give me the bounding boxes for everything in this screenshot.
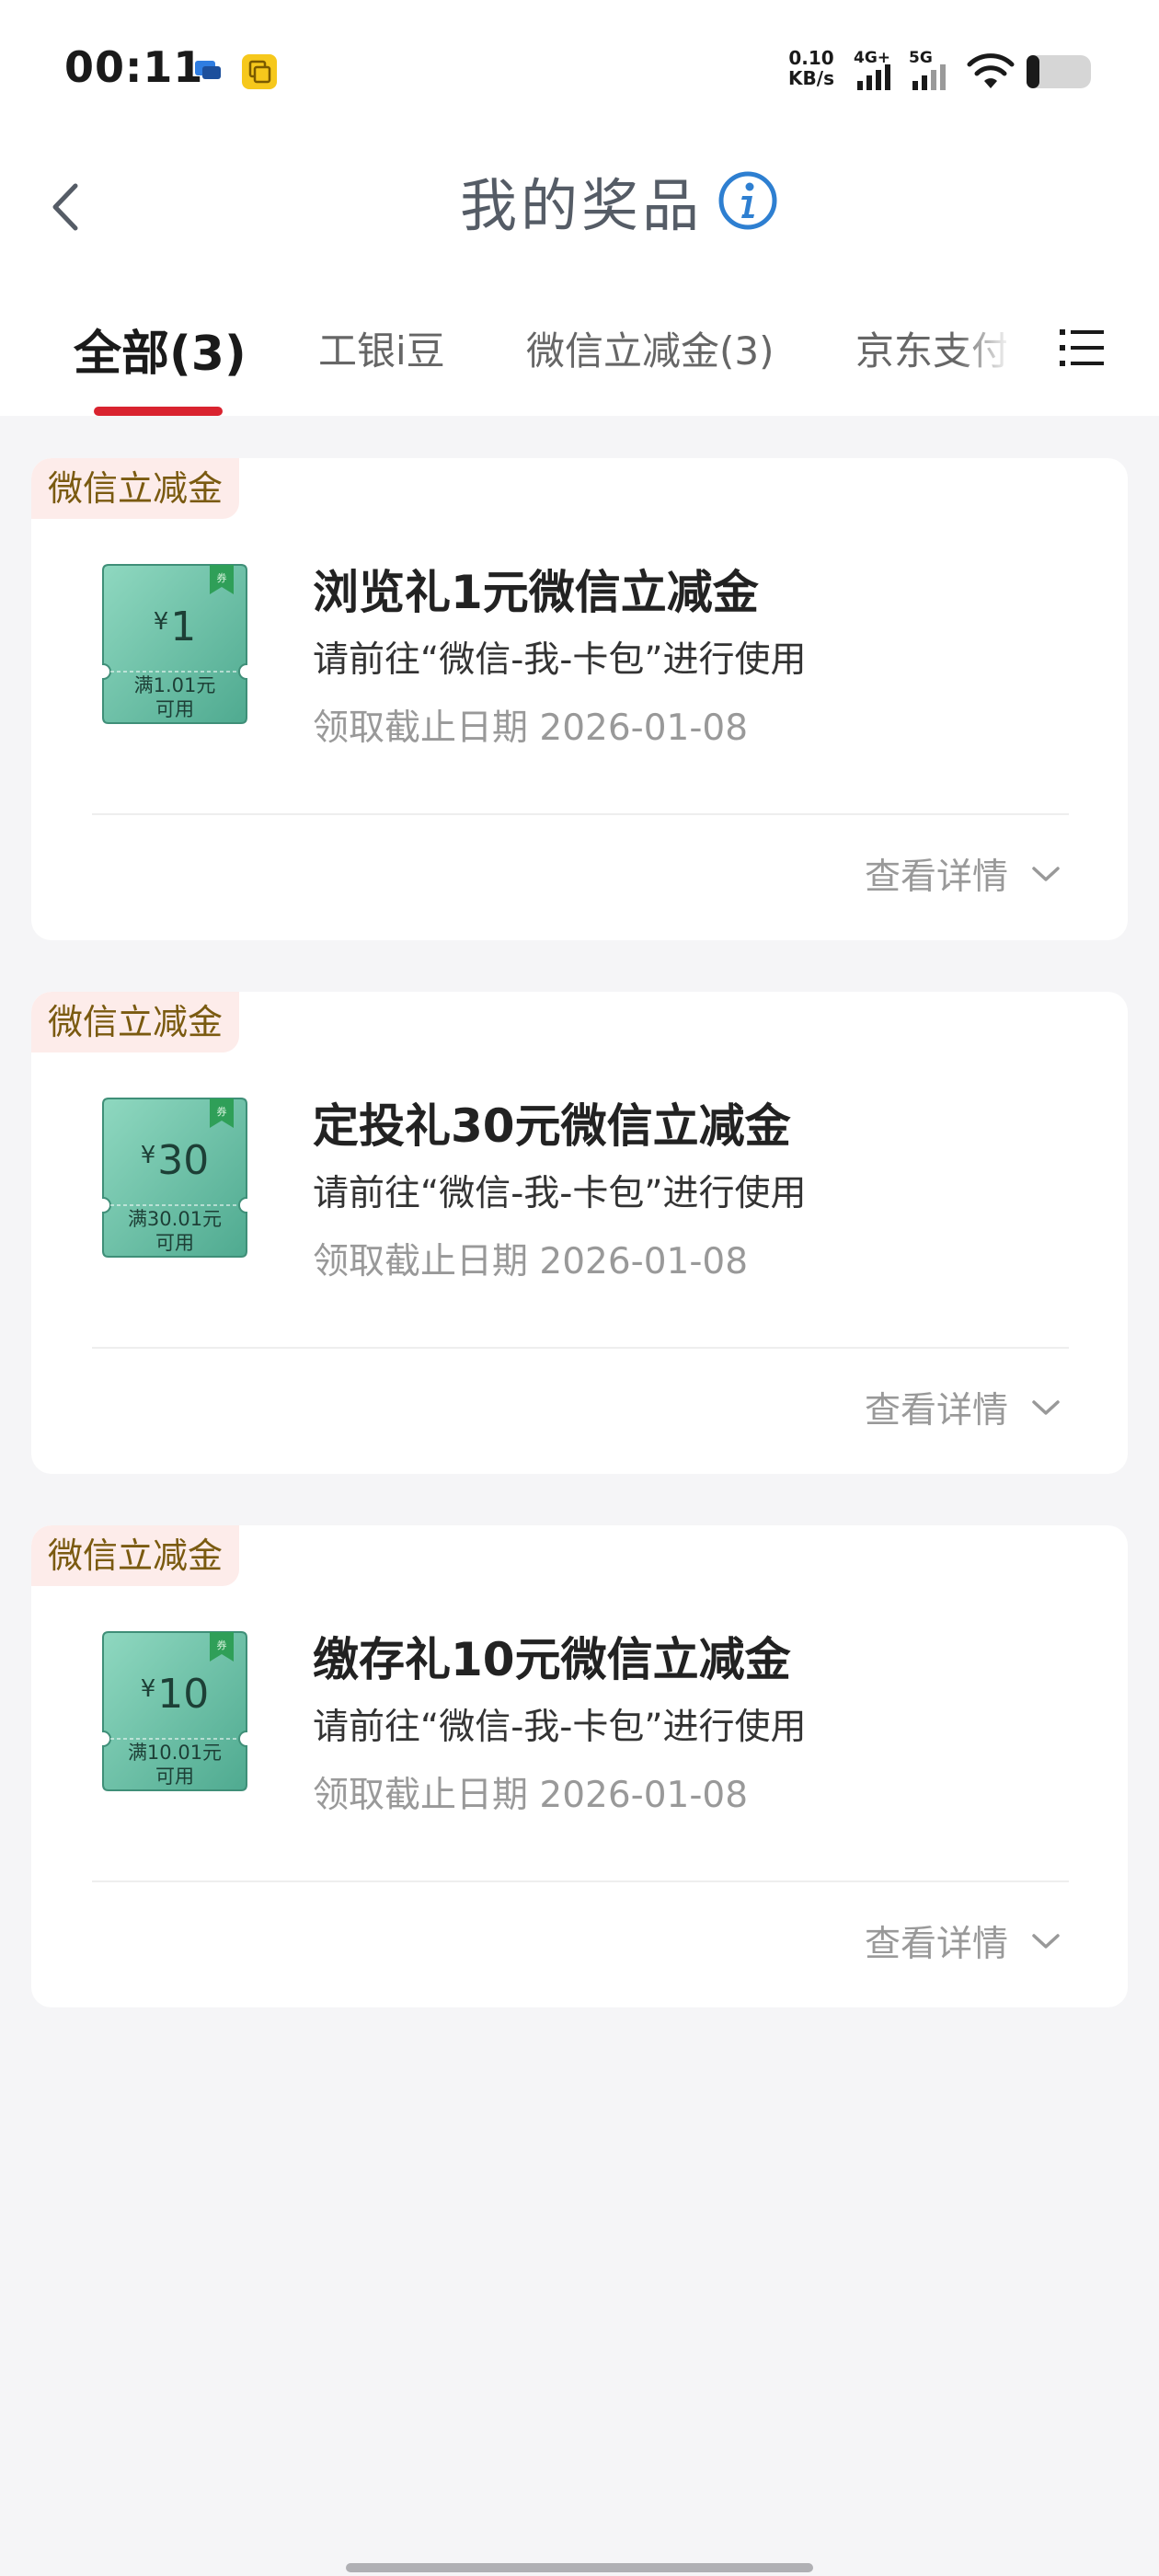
prize-deadline: 领取截止日期 2026-01-08 [313, 707, 749, 749]
prize-description: 请前往“微信-我-卡包”进行使用 [313, 1707, 807, 1748]
wifi-icon [967, 53, 1015, 88]
page-title: 我的奖品 [460, 172, 704, 239]
coupon-thumbnail: 券 ¥1 满1.01元 可用 [101, 563, 248, 725]
chevron-down-icon [1032, 1934, 1060, 1949]
network-speed-value: 0.10 [788, 47, 834, 69]
coupon-amount: ¥1 [101, 604, 248, 650]
chevron-down-icon [1032, 867, 1060, 881]
status-time: 00:11 [64, 42, 204, 92]
prize-type-tag: 微信立减金 [31, 1525, 240, 1586]
coupon-condition-usable: 可用 [155, 1765, 194, 1788]
coupon-condition-min: 满10.01元 [127, 1742, 223, 1764]
coupon-amount-value: 1 [170, 604, 197, 650]
tab-icbc-beans[interactable]: 工银i豆 [318, 320, 445, 376]
card-divider [92, 1880, 1069, 1882]
chat-notification-icon [195, 61, 221, 79]
coupon-amount-value: 10 [157, 1671, 210, 1718]
category-tabs: 全部(3) 工银i豆 微信立减金(3) 京东支付 [0, 276, 1159, 416]
prize-title: 缴存礼10元微信立减金 [313, 1633, 791, 1686]
view-details-label: 查看详情 [864, 857, 1008, 898]
view-details-label: 查看详情 [864, 1390, 1008, 1432]
network-speed: 0.10 KB/s [784, 48, 839, 88]
tab-wechat-discount[interactable]: 微信立减金(3) [526, 320, 775, 376]
signal-5g-icon: 5G [909, 49, 946, 90]
view-details-label: 查看详情 [864, 1924, 1008, 1965]
tab-scroll-fade [957, 304, 1049, 396]
svg-text:券: 券 [217, 1105, 227, 1118]
coupon-amount: ¥10 [101, 1671, 248, 1718]
prize-title: 定投礼30元微信立减金 [313, 1099, 791, 1153]
coupon-thumbnail: 券 ¥30 满30.01元 可用 [101, 1097, 248, 1259]
prize-card: 微信立减金 券 ¥10 满10.01元 可用 缴存礼10元微信立减金 请前往“微… [31, 1525, 1128, 2007]
tab-all[interactable]: 全部(3) [74, 315, 247, 384]
view-details-button[interactable]: 查看详情 [865, 848, 1061, 900]
signal-4g-icon: 4G+ [854, 49, 890, 90]
prize-type-tag: 微信立减金 [31, 992, 240, 1052]
prize-type-tag: 微信立减金 [31, 458, 240, 519]
chevron-down-icon [1032, 1400, 1060, 1415]
app-notification-icon [242, 54, 277, 89]
coupon-amount: ¥30 [101, 1137, 248, 1184]
coupon-condition-usable: 可用 [155, 1232, 194, 1254]
prize-card: 微信立减金 券 ¥30 满30.01元 可用 定投礼30元微信立减金 请前往“微… [31, 992, 1128, 1474]
status-bar: 00:11 0.10 KB/s 4G+ 5G [0, 0, 1159, 138]
coupon-condition-min: 满30.01元 [127, 1208, 223, 1230]
title-group: 我的奖品 [460, 164, 778, 239]
coupon-thumbnail: 券 ¥10 满10.01元 可用 [101, 1630, 248, 1792]
network-label-2: 5G [909, 49, 933, 67]
view-details-button[interactable]: 查看详情 [865, 1382, 1061, 1433]
currency-symbol: ¥ [140, 1142, 156, 1169]
coupon-condition-min: 满1.01元 [133, 674, 216, 696]
coupon-condition: 满30.01元 可用 [101, 1207, 248, 1255]
prize-title: 浏览礼1元微信立减金 [313, 566, 759, 619]
info-icon[interactable] [717, 170, 778, 231]
back-button[interactable] [40, 175, 96, 239]
card-divider [92, 813, 1069, 815]
svg-text:券: 券 [217, 571, 227, 584]
currency-symbol: ¥ [140, 1675, 156, 1703]
svg-text:券: 券 [217, 1639, 227, 1651]
battery-icon [1027, 55, 1091, 88]
coupon-amount-value: 30 [157, 1137, 210, 1184]
home-indicator[interactable] [346, 2563, 813, 2572]
network-speed-unit: KB/s [788, 67, 834, 89]
list-menu-icon[interactable] [1058, 324, 1106, 372]
view-details-button[interactable]: 查看详情 [865, 1915, 1061, 1967]
coupon-condition-usable: 可用 [155, 698, 194, 720]
coupon-condition: 满10.01元 可用 [101, 1741, 248, 1788]
card-divider [92, 1347, 1069, 1349]
app-header: 我的奖品 [0, 138, 1159, 276]
prize-deadline: 领取截止日期 2026-01-08 [313, 1775, 749, 1816]
prize-description: 请前往“微信-我-卡包”进行使用 [313, 1173, 807, 1214]
prize-deadline: 领取截止日期 2026-01-08 [313, 1241, 749, 1282]
prize-card: 微信立减金 券 ¥1 满1.01元 可用 浏览礼1元微信立减金 请前往“微信-我… [31, 458, 1128, 940]
active-tab-indicator [94, 407, 223, 416]
currency-symbol: ¥ [153, 608, 169, 636]
coupon-condition: 满1.01元 可用 [101, 673, 248, 721]
prize-description: 请前往“微信-我-卡包”进行使用 [313, 639, 807, 681]
